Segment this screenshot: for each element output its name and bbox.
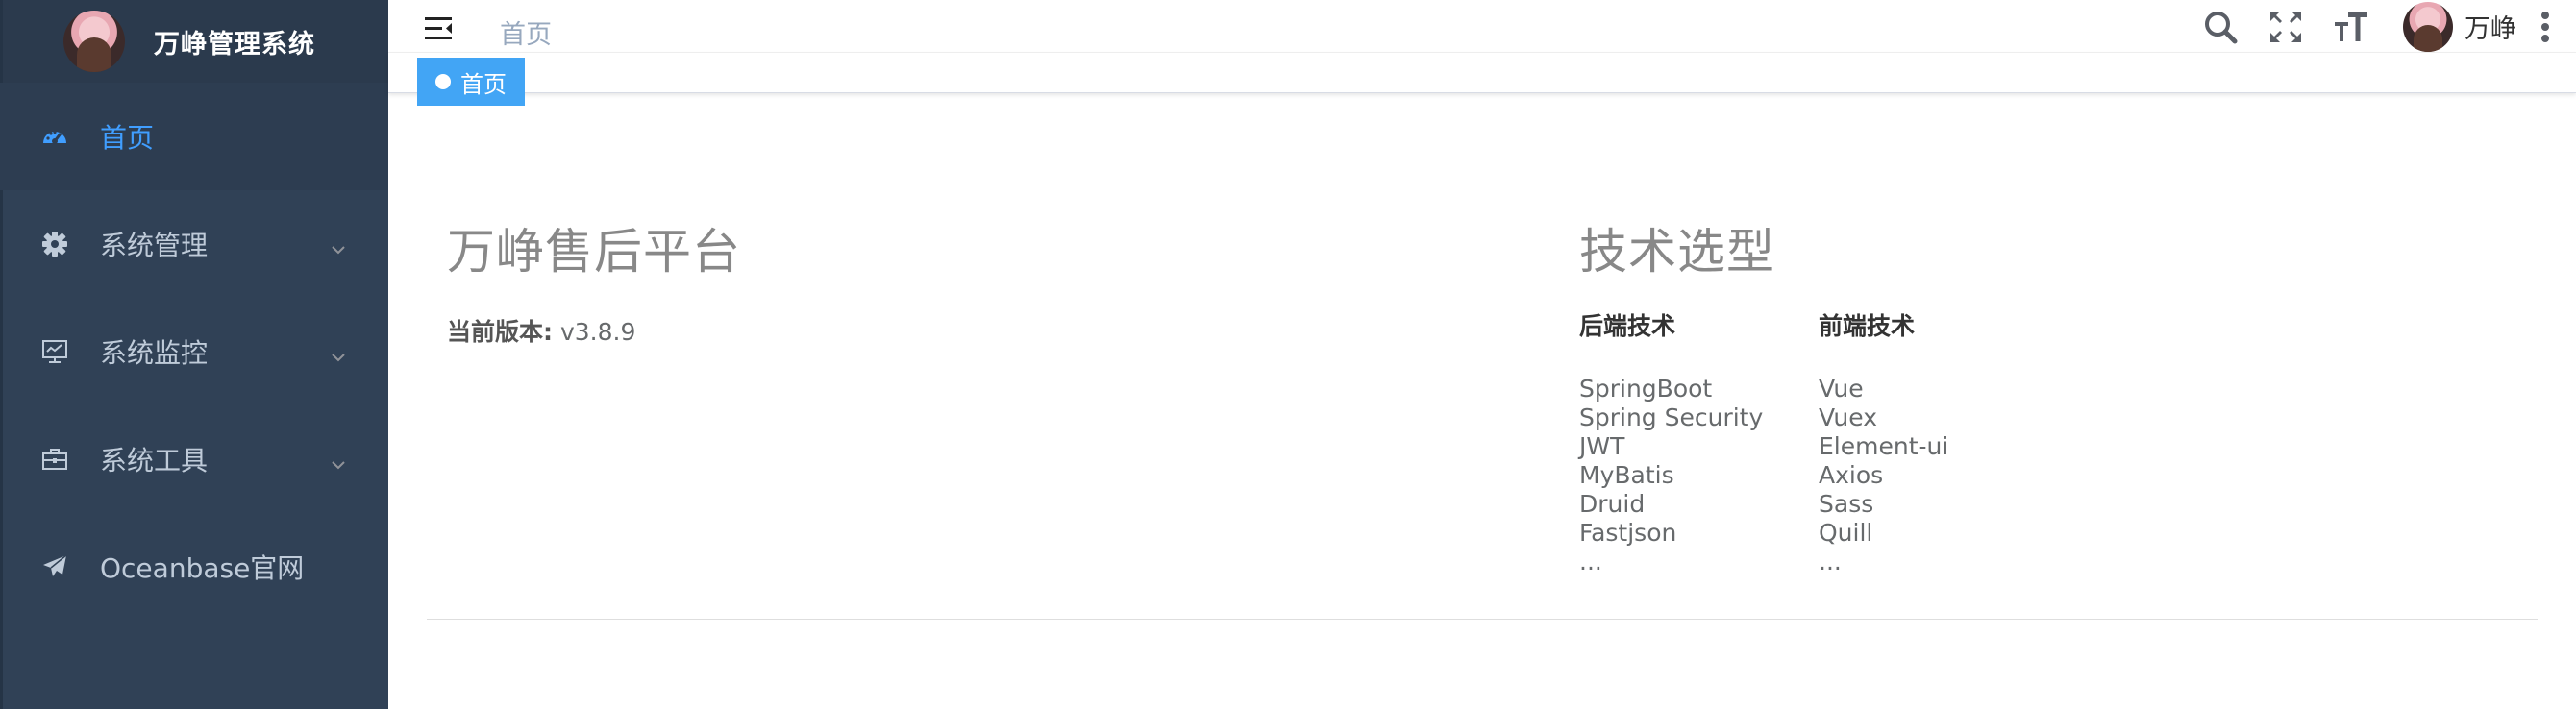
header: 首页 万峥 首页 [388,0,2576,106]
list-item: ... [1819,548,1842,575]
list-item: ... [1579,548,1602,575]
frontend-heading: 前端技术 [1819,312,1916,340]
font-size-icon[interactable] [2332,8,2370,46]
monitor-icon [40,337,69,366]
sidebar-item-oceanbase[interactable]: Oceanbase官网 [0,513,388,621]
toolbox-icon [40,445,69,474]
list-item: Axios [1819,461,1884,489]
sidebar-item-label: 系统管理 [100,230,209,261]
active-dot-icon [435,74,451,89]
backend-list: SpringBoot Spring Security JWT MyBatis D… [1579,375,1763,576]
list-item: Vue [1819,375,1864,403]
list-item: Vuex [1819,403,1877,431]
list-item: Sass [1819,490,1874,518]
search-icon[interactable] [2201,8,2240,46]
chevron-down-icon [329,450,348,481]
list-item: Element-ui [1819,432,1949,460]
chevron-down-icon [329,342,348,374]
sidebar: 万峥管理系统 首页 系统管理 系统监控 系统工具 Oceanbase官网 [0,0,388,709]
list-item: Fastjson [1579,519,1677,547]
user-avatar[interactable] [2403,1,2453,52]
logo-area[interactable]: 万峥管理系统 [0,0,388,83]
breadcrumb: 首页 [500,20,552,50]
list-item: Druid [1579,490,1646,518]
list-item: JWT [1579,432,1625,460]
tech-stack-title: 技术选型 [1579,224,1775,280]
list-item: Spring Security [1579,403,1764,431]
tag-home[interactable]: 首页 [417,58,525,106]
user-name[interactable]: 万峥 [2465,8,2516,45]
list-item: SpringBoot [1579,375,1713,403]
chevron-down-icon [329,234,348,266]
menu-fold-icon[interactable] [421,12,459,46]
main-content: 万峥售后平台 当前版本: v3.8.9 技术选型 后端技术 SpringBoot… [388,154,2576,709]
paper-plane-icon [40,552,69,581]
version-label: 当前版本: [447,318,553,346]
frontend-tech-column: 前端技术 Vue Vuex Element-ui Axios Sass Quil… [1819,307,1948,576]
backend-tech-column: 后端技术 SpringBoot Spring Security JWT MyBa… [1579,307,1763,576]
sidebar-item-label: 首页 [100,122,155,154]
right-menu: 万峥 [2201,0,2576,53]
sidebar-item-system-monitor[interactable]: 系统监控 [0,298,388,405]
sidebar-item-label: 系统工具 [100,445,209,477]
logo-avatar [63,11,125,72]
frontend-list: Vue Vuex Element-ui Axios Sass Quill ... [1819,375,1948,576]
list-item: Quill [1819,519,1873,547]
dashboard-icon [40,122,69,151]
fullscreen-icon[interactable] [2266,8,2305,46]
sidebar-item-home[interactable]: 首页 [0,83,388,190]
app-title: 万峥管理系统 [154,29,315,60]
sidebar-item-system-tools[interactable]: 系统工具 [0,405,388,513]
tags-view: 首页 [388,53,2576,106]
sidebar-item-label: 系统监控 [100,337,209,369]
sidebar-item-system-management[interactable]: 系统管理 [0,190,388,298]
platform-title: 万峥售后平台 [447,224,741,280]
list-item: MyBatis [1579,461,1674,489]
divider [427,619,2538,620]
gear-icon [40,230,69,258]
app-root: 万峥管理系统 首页 系统管理 系统监控 系统工具 Oceanbase官网 首页 … [0,0,2576,709]
navbar: 首页 万峥 [388,0,2576,53]
sidebar-item-label: Oceanbase官网 [100,552,305,584]
version-value: v3.8.9 [559,318,636,346]
backend-heading: 后端技术 [1579,312,1676,340]
version-info: 当前版本: v3.8.9 [447,313,635,348]
more-vertical-icon[interactable] [2534,8,2557,46]
tag-label: 首页 [460,70,507,98]
